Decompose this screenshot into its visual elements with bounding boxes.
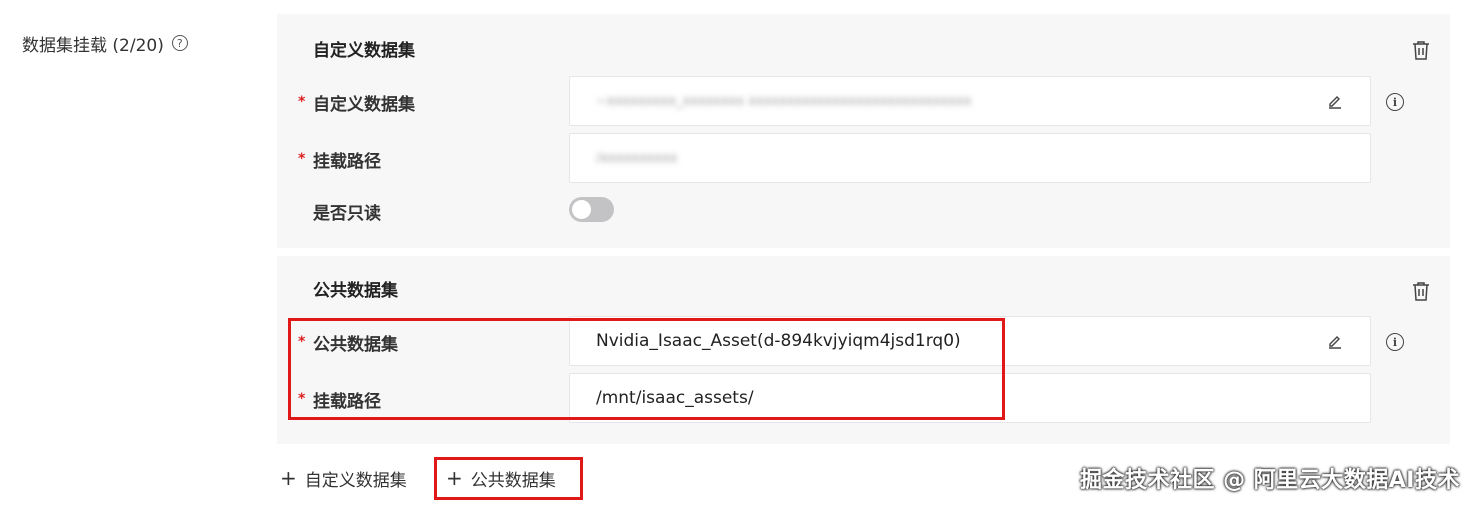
add-public-dataset-button[interactable]: + 公共数据集: [446, 461, 556, 495]
public-mount-path-label-text: 挂载路径: [313, 391, 381, 412]
custom-dataset-label: * 自定义数据集: [298, 90, 415, 115]
required-mark: *: [298, 151, 306, 167]
required-mark: *: [298, 391, 306, 407]
custom-dataset-select[interactable]: ~xxxxxxxxx_xxxxxxxx xxxxxxxxxxxxxxxxxxxx…: [569, 76, 1371, 126]
public-dataset-card-title: 公共数据集: [313, 281, 398, 301]
public-dataset-value: Nvidia_Isaac_Asset(d-894kvjyiqm4jsd1rq0): [596, 331, 961, 351]
custom-mount-path-label-text: 挂载路径: [313, 151, 381, 172]
edit-icon[interactable]: [1326, 92, 1344, 110]
public-dataset-info-icon[interactable]: i: [1386, 333, 1404, 351]
section-label-text: 数据集挂载 (2/20): [22, 35, 164, 56]
custom-dataset-card: [277, 14, 1450, 248]
public-mount-path-label: * 挂载路径: [298, 387, 381, 412]
section-label: 数据集挂载 (2/20) ?: [22, 30, 188, 56]
required-mark: *: [298, 334, 306, 350]
custom-mount-path-value: /xxxxxxxxxx: [596, 150, 678, 166]
add-custom-dataset-button[interactable]: + 自定义数据集: [280, 461, 407, 495]
custom-mount-path-input[interactable]: /xxxxxxxxxx: [569, 133, 1371, 183]
delete-public-dataset-icon[interactable]: [1412, 281, 1430, 301]
add-public-dataset-label: 公共数据集: [470, 470, 556, 491]
help-icon[interactable]: ?: [171, 35, 188, 51]
custom-dataset-card-title: 自定义数据集: [313, 41, 415, 61]
watermark: 掘金技术社区 @ 阿里云大数据AI技术: [1079, 468, 1460, 493]
custom-dataset-info-icon[interactable]: i: [1386, 93, 1404, 111]
public-dataset-select[interactable]: Nvidia_Isaac_Asset(d-894kvjyiqm4jsd1rq0): [569, 316, 1371, 366]
delete-custom-dataset-icon[interactable]: [1412, 40, 1430, 60]
edit-icon[interactable]: [1326, 332, 1344, 350]
readonly-toggle[interactable]: [569, 197, 614, 222]
public-dataset-label: * 公共数据集: [298, 330, 398, 355]
public-dataset-label-text: 公共数据集: [313, 334, 398, 355]
readonly-label: 是否只读: [313, 203, 381, 224]
public-mount-path-input[interactable]: /mnt/isaac_assets/: [569, 373, 1371, 423]
custom-dataset-value: ~xxxxxxxxx_xxxxxxxx xxxxxxxxxxxxxxxxxxxx…: [596, 93, 972, 109]
plus-icon: +: [446, 466, 463, 490]
custom-mount-path-label: * 挂载路径: [298, 147, 381, 172]
required-mark: *: [298, 94, 306, 110]
plus-icon: +: [280, 466, 297, 490]
add-custom-dataset-label: 自定义数据集: [304, 470, 407, 491]
public-mount-path-value: /mnt/isaac_assets/: [596, 388, 754, 408]
custom-dataset-label-text: 自定义数据集: [313, 94, 415, 115]
toggle-knob: [572, 200, 591, 219]
dataset-mount-panel: 数据集挂载 (2/20) ? 自定义数据集 * 自定义数据集 ~xxxxxxxx…: [0, 0, 1476, 510]
